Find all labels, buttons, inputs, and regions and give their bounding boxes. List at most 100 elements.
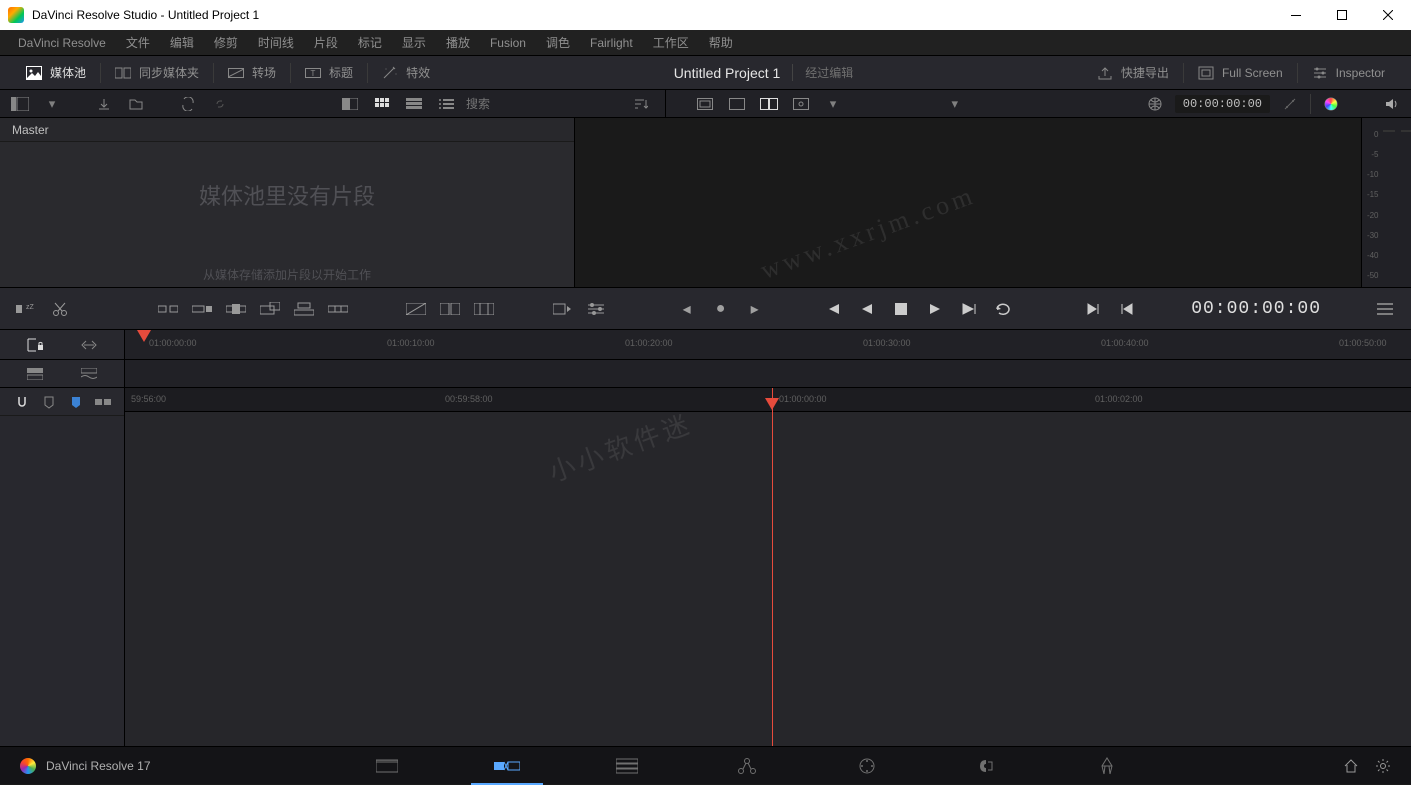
smooth-cut-icon[interactable] [470, 295, 498, 323]
page-edit[interactable] [567, 747, 687, 785]
search-input[interactable] [466, 93, 621, 115]
chevron-down-icon[interactable]: ▾ [40, 93, 64, 115]
menu-davinci[interactable]: DaVinci Resolve [8, 30, 116, 56]
home-icon[interactable] [1339, 755, 1363, 777]
go-start-icon[interactable] [819, 295, 847, 323]
upper-ruler[interactable]: 01:00:00:00 01:00:10:00 01:00:20:00 01:0… [125, 330, 1411, 359]
smart-insert-icon[interactable] [154, 295, 182, 323]
menu-fairlight[interactable]: Fairlight [580, 30, 643, 56]
tab-quick-export[interactable]: 快捷导出 [1083, 56, 1183, 90]
play-reverse-icon[interactable] [853, 295, 881, 323]
sync-clips-icon[interactable] [176, 93, 200, 115]
prev-mark-icon[interactable]: ◂ [673, 295, 701, 323]
cut-transition-icon[interactable] [436, 295, 464, 323]
menu-help[interactable]: 帮助 [699, 30, 743, 56]
globe-icon[interactable] [1143, 93, 1167, 115]
playhead-line[interactable] [772, 388, 773, 746]
sort-icon[interactable] [629, 93, 653, 115]
tab-sync-bin[interactable]: 同步媒体夹 [101, 56, 213, 90]
speaker-icon[interactable] [1379, 93, 1403, 115]
link-icon[interactable] [208, 93, 232, 115]
settings-icon[interactable] [1371, 755, 1395, 777]
flag-icon[interactable] [64, 391, 88, 413]
timeline-lock-icon[interactable] [23, 334, 47, 356]
page-fairlight[interactable] [927, 747, 1047, 785]
cut-icon[interactable] [46, 295, 74, 323]
tab-full-screen[interactable]: Full Screen [1184, 56, 1297, 90]
tab-media-pool[interactable]: 媒体池 [12, 56, 100, 90]
free-mode-icon[interactable] [77, 334, 101, 356]
video-track-icon[interactable] [23, 363, 47, 385]
menu-edit[interactable]: 编辑 [160, 30, 204, 56]
boring-detector-icon[interactable]: zZ [12, 295, 40, 323]
chevron-down-icon[interactable]: ▾ [821, 93, 845, 115]
page-color[interactable] [807, 747, 927, 785]
maximize-button[interactable] [1319, 0, 1365, 30]
menu-view[interactable]: 显示 [392, 30, 436, 56]
prev-clip-icon[interactable] [1113, 295, 1141, 323]
loop-icon[interactable] [989, 295, 1017, 323]
stop-icon[interactable] [887, 295, 915, 323]
next-mark-icon[interactable]: ▸ [741, 295, 769, 323]
bin-view-icon[interactable] [8, 93, 32, 115]
play-icon[interactable] [921, 295, 949, 323]
menu-playback[interactable]: 播放 [436, 30, 480, 56]
ripple-overwrite-icon[interactable] [222, 295, 250, 323]
menu-workspace[interactable]: 工作区 [643, 30, 699, 56]
menu-color[interactable]: 调色 [536, 30, 580, 56]
strip-view-icon[interactable] [402, 93, 426, 115]
timeline-tracks[interactable]: 59:56:00 00:59:58:00 01:00:00:00 01:00:0… [125, 388, 1411, 746]
tools-icon[interactable] [548, 295, 576, 323]
menu-timeline[interactable]: 时间线 [248, 30, 304, 56]
minimize-button[interactable] [1273, 0, 1319, 30]
import-folder-icon[interactable] [124, 93, 148, 115]
safe-area-icon[interactable] [693, 93, 717, 115]
menu-fusion[interactable]: Fusion [480, 30, 536, 56]
thumbnail-view-icon[interactable] [370, 93, 394, 115]
transport-timecode[interactable]: 00:00:00:00 [1191, 299, 1321, 319]
timeline-ruler[interactable]: 59:56:00 00:59:58:00 01:00:00:00 01:00:0… [125, 388, 1411, 412]
list-view-icon[interactable] [434, 93, 458, 115]
viewer-timecode[interactable]: 00:00:00:00 [1175, 95, 1270, 113]
metadata-view-icon[interactable] [338, 93, 362, 115]
tab-inspector[interactable]: Inspector [1298, 56, 1399, 90]
menu-clip[interactable]: 片段 [304, 30, 348, 56]
tab-effects[interactable]: 特效 [368, 56, 444, 90]
dissolve-icon[interactable] [402, 295, 430, 323]
marker-add-icon[interactable] [37, 391, 61, 413]
close-button[interactable] [1365, 0, 1411, 30]
page-fusion[interactable] [687, 747, 807, 785]
single-viewer-icon[interactable] [725, 93, 749, 115]
transport-bar: zZ ◂ ● ▸ [0, 288, 1411, 330]
next-clip-icon[interactable] [1079, 295, 1107, 323]
bypass-icon[interactable] [1278, 93, 1302, 115]
options-icon[interactable] [582, 295, 610, 323]
tab-titles[interactable]: T 标题 [291, 56, 367, 90]
menu-mark[interactable]: 标记 [348, 30, 392, 56]
menu-icon[interactable] [1371, 295, 1399, 323]
page-deliver[interactable] [1047, 747, 1167, 785]
page-media[interactable] [327, 747, 447, 785]
chevron-down-icon[interactable]: ▾ [943, 93, 967, 115]
append-icon[interactable] [188, 295, 216, 323]
media-pool-empty[interactable]: 媒体池里没有片段 从媒体存储添加片段以开始工作 [0, 142, 574, 287]
go-end-icon[interactable] [955, 295, 983, 323]
place-on-top-icon[interactable] [290, 295, 318, 323]
page-cut[interactable] [447, 747, 567, 785]
master-bin-header[interactable]: Master [0, 118, 574, 142]
audio-track-icon[interactable] [77, 363, 101, 385]
record-icon[interactable]: ● [707, 295, 735, 323]
source-overwrite-icon[interactable] [324, 295, 352, 323]
dual-viewer-icon[interactable] [757, 93, 781, 115]
viewer-panel[interactable]: www.xxrjm.com [575, 118, 1361, 287]
menu-file[interactable]: 文件 [116, 30, 160, 56]
tab-transitions[interactable]: 转场 [214, 56, 290, 90]
audio-sync-icon[interactable] [91, 391, 115, 413]
snap-icon[interactable] [10, 391, 34, 413]
track-tools-row [0, 360, 1411, 388]
color-wheel-icon[interactable] [1319, 93, 1343, 115]
closeup-icon[interactable] [256, 295, 284, 323]
import-icon[interactable] [92, 93, 116, 115]
viewer-mode-icon[interactable] [789, 93, 813, 115]
menu-trim[interactable]: 修剪 [204, 30, 248, 56]
